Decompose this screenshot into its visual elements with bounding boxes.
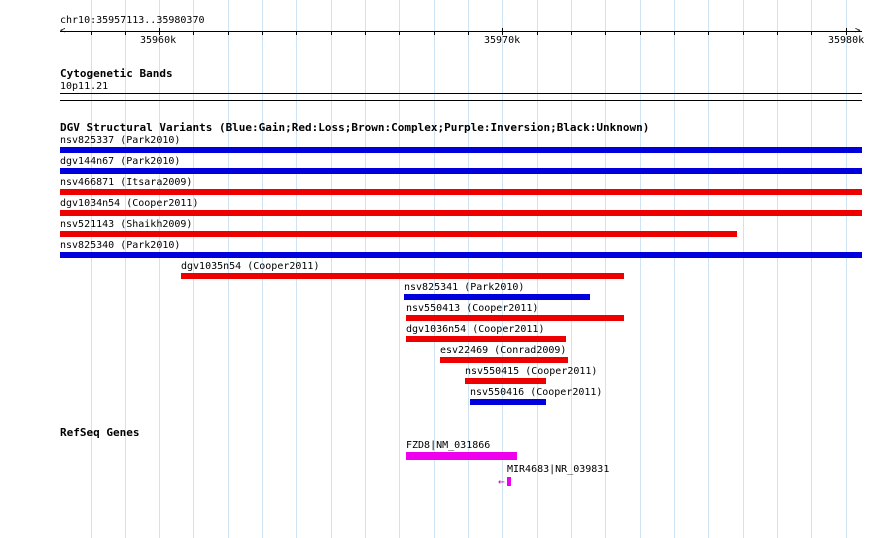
ruler-minor-tick xyxy=(571,32,572,35)
cytoband-outline-bottom xyxy=(60,100,862,101)
cytoband-outline-top xyxy=(60,93,862,94)
variant-label: dgv1036n54 (Cooper2011) xyxy=(406,324,545,335)
variant-label: dgv144n67 (Park2010) xyxy=(60,156,181,167)
ruler-tick-label: 35970k xyxy=(484,35,521,46)
grid-line xyxy=(777,0,778,538)
grid-line xyxy=(605,0,606,538)
variant-label: esv22469 (Conrad2009) xyxy=(440,345,567,356)
grid-line xyxy=(743,0,744,538)
variant-bar[interactable] xyxy=(60,168,862,174)
ruler-minor-tick xyxy=(743,32,744,35)
ruler-minor-tick xyxy=(777,32,778,35)
variant-label: nsv550416 (Cooper2011) xyxy=(470,387,603,398)
variant-label: dgv1034n54 (Cooper2011) xyxy=(60,198,199,209)
ruler-minor-tick xyxy=(605,32,606,35)
variant-label: nsv825340 (Park2010) xyxy=(60,240,181,251)
ruler-minor-tick xyxy=(228,32,229,35)
variant-label: nsv550415 (Cooper2011) xyxy=(465,366,598,377)
ruler-minor-tick xyxy=(468,32,469,35)
ruler-minor-tick xyxy=(708,32,709,35)
grid-line xyxy=(537,0,538,538)
ruler-minor-tick xyxy=(296,32,297,35)
grid-line xyxy=(674,0,675,538)
gene-feature-bar[interactable] xyxy=(406,452,517,460)
variant-label: nsv825337 (Park2010) xyxy=(60,135,181,146)
variant-label: nsv550413 (Cooper2011) xyxy=(406,303,539,314)
ruler-minor-tick xyxy=(674,32,675,35)
ruler-minor-tick xyxy=(399,32,400,35)
variant-bar[interactable] xyxy=(440,357,568,363)
cytoband-label: 10p11.21 xyxy=(60,81,109,92)
ruler-minor-tick xyxy=(434,32,435,35)
ruler-major-tick xyxy=(846,28,847,35)
refseq-track-title: RefSeq Genes xyxy=(60,426,140,439)
grid-line xyxy=(331,0,332,538)
variant-label: nsv521143 (Shaikh2009) xyxy=(60,219,193,230)
grid-line xyxy=(811,0,812,538)
grid-line xyxy=(571,0,572,538)
gene-label: MIR4683|NR_039831 xyxy=(507,464,610,475)
variant-bar[interactable] xyxy=(60,252,862,258)
ruler-major-tick xyxy=(502,28,503,35)
variant-bar[interactable] xyxy=(60,189,862,195)
ruler-minor-tick xyxy=(125,32,126,35)
grid-line xyxy=(159,0,160,538)
grid-line xyxy=(708,0,709,538)
ruler-minor-tick xyxy=(91,32,92,35)
left-strand-arrow-icon: ← xyxy=(498,475,505,488)
variant-bar[interactable] xyxy=(181,273,624,279)
ruler-major-tick xyxy=(159,28,160,35)
ruler-minor-tick xyxy=(193,32,194,35)
cytoband-track-title: Cytogenetic Bands xyxy=(60,67,173,80)
ruler-minor-tick xyxy=(537,32,538,35)
variant-bar[interactable] xyxy=(60,147,862,153)
variant-label: nsv825341 (Park2010) xyxy=(404,282,525,293)
dgv-track-title: DGV Structural Variants (Blue:Gain;Red:L… xyxy=(60,121,650,134)
ruler-minor-tick xyxy=(811,32,812,35)
variant-bar[interactable] xyxy=(465,378,546,384)
grid-line xyxy=(365,0,366,538)
grid-line xyxy=(846,0,847,538)
variant-bar[interactable] xyxy=(406,315,624,321)
ruler-tick-label: 35960k xyxy=(140,35,177,46)
variant-bar[interactable] xyxy=(60,231,737,237)
variant-label: dgv1035n54 (Cooper2011) xyxy=(181,261,320,272)
ruler-tick-label: 35980k xyxy=(828,35,865,46)
ruler-minor-tick xyxy=(640,32,641,35)
grid-line xyxy=(125,0,126,538)
variant-bar[interactable] xyxy=(470,399,546,405)
grid-line xyxy=(640,0,641,538)
ruler-minor-tick xyxy=(262,32,263,35)
variant-bar[interactable] xyxy=(404,294,590,300)
gene-label: FZD8|NM_031866 xyxy=(406,440,491,451)
ruler-left-arrow: < xyxy=(60,26,66,36)
variant-bar[interactable] xyxy=(406,336,566,342)
variant-label: nsv466871 (Itsara2009) xyxy=(60,177,193,188)
variant-bar[interactable] xyxy=(60,210,862,216)
ruler-position-label: chr10:35957113..35980370 xyxy=(60,15,205,26)
ruler-axis-line xyxy=(60,31,862,32)
ruler-minor-tick xyxy=(331,32,332,35)
ruler-minor-tick xyxy=(365,32,366,35)
grid-line xyxy=(399,0,400,538)
gene-feature-bar[interactable] xyxy=(507,477,511,486)
